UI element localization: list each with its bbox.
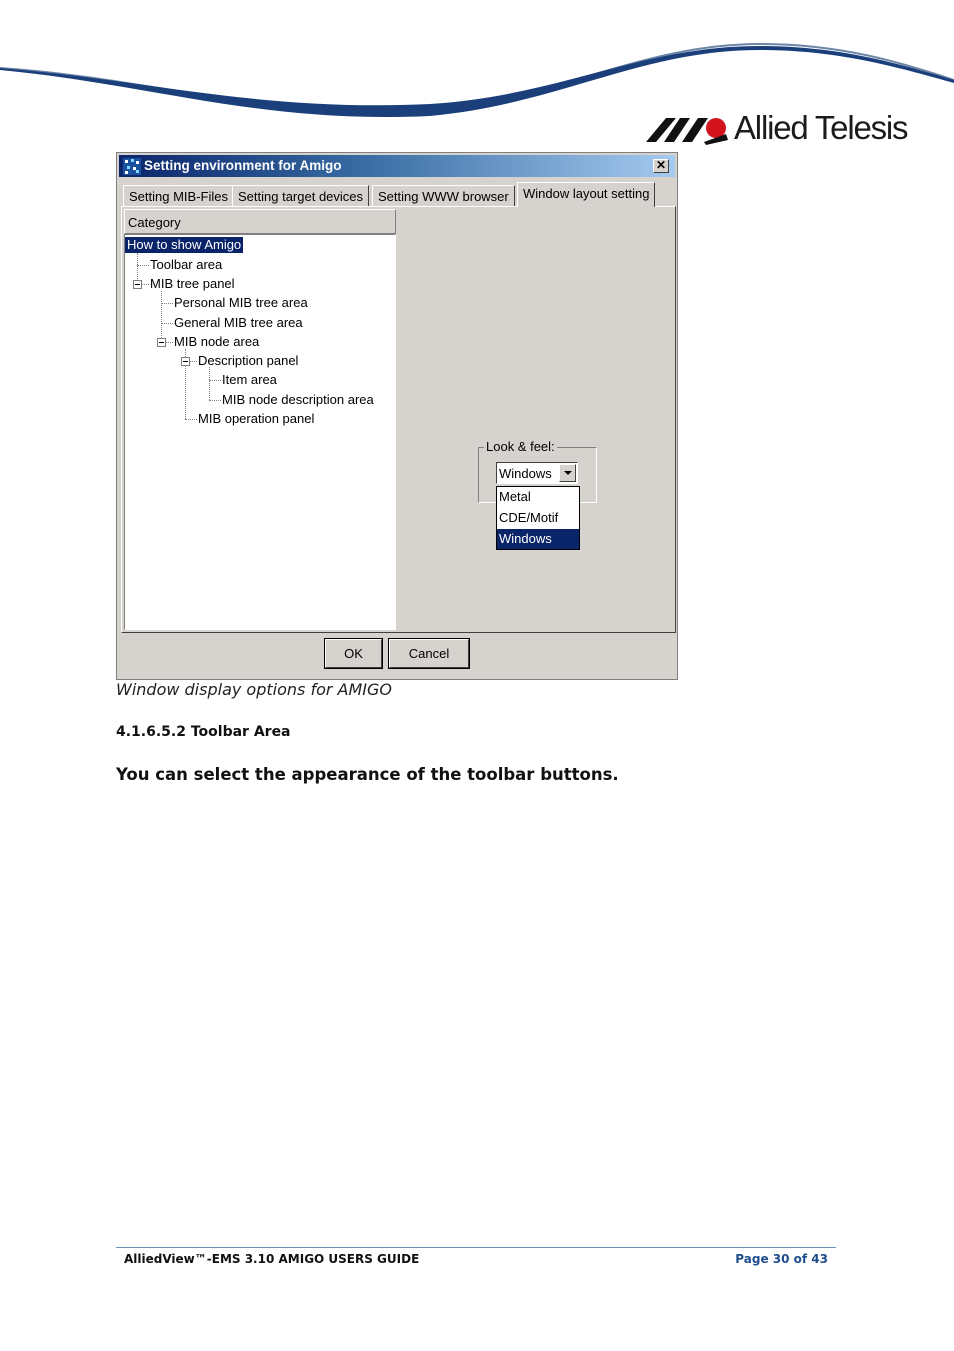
settings-dialog: Setting environment for Amigo ✕ Setting …	[116, 152, 678, 680]
tab-panel: Category How to show Amigo Toolbar area …	[121, 206, 676, 633]
allied-telesis-logo: Allied Telesis	[646, 108, 909, 148]
look-feel-dropdown: Metal CDE/Motif Windows	[496, 486, 580, 550]
tab-setting-www-browser[interactable]: Setting WWW browser	[372, 185, 515, 206]
look-feel-select[interactable]: Windows	[496, 462, 578, 484]
tree-node-personal-mib-tree-area[interactable]: Personal MIB tree area	[174, 295, 308, 311]
collapse-icon[interactable]	[133, 280, 142, 289]
tab-setting-mib-files[interactable]: Setting MIB-Files	[123, 185, 234, 206]
cancel-button[interactable]: Cancel	[388, 638, 470, 669]
tab-window-layout-setting[interactable]: Window layout setting	[517, 182, 656, 207]
tree-node-mib-node-area[interactable]: MIB node area	[174, 334, 259, 350]
logo-mark-icon	[646, 118, 728, 145]
tree-node-toolbar-area[interactable]: Toolbar area	[150, 257, 222, 273]
dialog-title-bar[interactable]: Setting environment for Amigo ✕	[119, 155, 675, 177]
collapse-icon[interactable]	[181, 357, 190, 366]
option-metal[interactable]: Metal	[497, 487, 579, 507]
footer-rule	[116, 1247, 836, 1248]
tree-connector	[161, 323, 173, 324]
page-number: Page 30 of 43	[735, 1252, 828, 1266]
tree-node-mib-operation-panel[interactable]: MIB operation panel	[198, 411, 314, 427]
tree-node-item-area[interactable]: Item area	[222, 372, 277, 388]
tab-setting-target-devices[interactable]: Setting target devices	[232, 185, 370, 206]
option-windows[interactable]: Windows	[497, 529, 579, 549]
tree-connector	[189, 361, 197, 362]
section-heading: 4.1.6.5.2 Toolbar Area	[116, 724, 291, 740]
category-header: Category	[124, 209, 396, 234]
look-feel-value: Windows	[499, 466, 552, 481]
figure-caption: Window display options for AMIGO	[116, 680, 392, 699]
app-icon	[123, 158, 141, 175]
option-cde-motif[interactable]: CDE/Motif	[497, 508, 579, 528]
tree-connector	[209, 400, 221, 401]
tree-node-mib-tree-panel[interactable]: MIB tree panel	[150, 276, 235, 292]
tree-node-description-panel[interactable]: Description panel	[198, 353, 298, 369]
tree-connector	[165, 342, 173, 343]
tree-connector	[161, 303, 173, 304]
tree-connector	[185, 419, 197, 420]
tree-connector	[141, 284, 149, 285]
ok-button[interactable]: OK	[324, 638, 383, 669]
dialog-title: Setting environment for Amigo	[144, 158, 342, 173]
tree-node-how-to-show-amigo[interactable]: How to show Amigo	[125, 237, 244, 253]
close-icon[interactable]: ✕	[653, 159, 669, 173]
tree-connector	[137, 265, 149, 266]
tree-connector	[209, 367, 210, 400]
footer-title: AlliedView™-EMS 3.10 AMIGO USERS GUIDE	[124, 1252, 420, 1266]
body-text: You can select the appearance of the too…	[116, 765, 619, 784]
tree-node-general-mib-tree-area[interactable]: General MIB tree area	[174, 315, 303, 331]
brand-name: Allied Telesis	[734, 109, 909, 146]
chevron-down-icon[interactable]	[559, 464, 576, 482]
category-tree[interactable]: How to show Amigo Toolbar area MIB tree …	[124, 234, 396, 630]
tree-node-mib-node-description-area[interactable]: MIB node description area	[222, 392, 374, 408]
tree-connector	[209, 380, 221, 381]
look-feel-label: Look & feel:	[484, 439, 557, 454]
collapse-icon[interactable]	[157, 338, 166, 347]
